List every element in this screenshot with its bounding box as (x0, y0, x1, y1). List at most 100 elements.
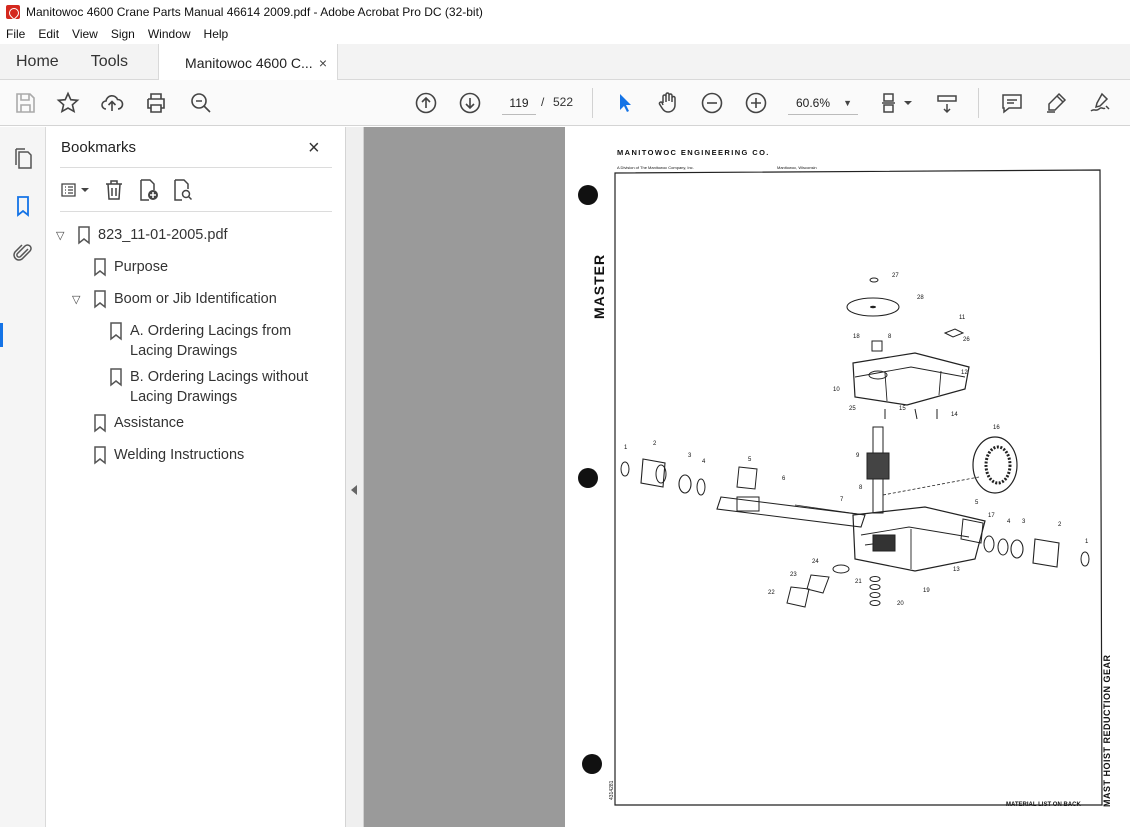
bookmark-icon (94, 258, 106, 277)
bookmark-item-welding[interactable]: Welding Instructions (92, 445, 244, 465)
comment-icon[interactable] (999, 90, 1025, 116)
tab-close-icon[interactable]: × (319, 55, 327, 71)
bookmark-label: Purpose (114, 259, 169, 275)
zoom-level-value: 60.6% (796, 96, 831, 110)
document-viewport[interactable]: MANITOWOC ENGINEERING CO. A Division of … (364, 127, 1130, 827)
page-number-input[interactable] (502, 91, 536, 115)
bookmark-item-ordering-without[interactable]: B. Ordering Lacings without Lacing Drawi… (108, 367, 330, 407)
hand-icon[interactable] (655, 90, 681, 116)
bookmarks-panel: Bookmarks × ▽ 823_11-01-2005.pdf Purpose… (46, 127, 346, 827)
tab-home[interactable]: Home (0, 44, 75, 80)
bookmark-icon (110, 322, 122, 341)
star-icon[interactable] (55, 90, 81, 116)
menu-window[interactable]: Window (148, 27, 191, 41)
callout: 9 (856, 453, 860, 459)
menu-view[interactable]: View (72, 27, 98, 41)
menu-sign[interactable]: Sign (111, 27, 135, 41)
callout: 4 (1007, 519, 1011, 525)
bookmark-item-purpose[interactable]: Purpose (92, 257, 168, 277)
add-bookmark-icon[interactable] (136, 178, 160, 202)
save-icon[interactable] (12, 90, 38, 116)
bookmark-options-icon[interactable] (60, 178, 92, 202)
toolbar-divider (978, 88, 979, 118)
tab-bar: Home Tools Manitowoc 4600 C... × (0, 44, 1130, 81)
fit-page-icon[interactable] (878, 90, 904, 116)
chevron-down-icon: ▼ (843, 98, 852, 108)
callout: 8 (888, 334, 892, 340)
acrobat-logo-icon (6, 5, 20, 19)
close-panel-icon[interactable]: × (308, 137, 320, 160)
callout: 15 (899, 406, 906, 412)
page-down-icon[interactable] (457, 90, 483, 116)
tab-document-label: Manitowoc 4600 C... (185, 54, 313, 71)
callout: 6 (782, 476, 786, 482)
callout: 2 (1058, 522, 1062, 528)
upload-icon[interactable] (99, 90, 125, 116)
bookmark-label: B. Ordering Lacings without Lacing Drawi… (130, 369, 309, 405)
title-bar: Manitowoc 4600 Crane Parts Manual 46614 … (0, 0, 1130, 24)
bookmarks-panel-title: Bookmarks (61, 139, 137, 156)
callout: 19 (923, 588, 930, 594)
callout: 22 (768, 590, 775, 596)
bookmark-search-icon[interactable] (170, 178, 194, 202)
callout: 16 (993, 425, 1000, 431)
callout: 3 (1022, 519, 1026, 525)
delete-bookmark-icon[interactable] (102, 178, 126, 202)
callout: 23 (790, 572, 797, 578)
callout: 1 (1085, 539, 1089, 545)
menu-edit[interactable]: Edit (38, 27, 59, 41)
zoom-out-icon[interactable] (699, 90, 725, 116)
callout: 12 (961, 370, 968, 376)
bookmark-label: A. Ordering Lacings from Lacing Drawings (130, 323, 292, 359)
page-thumbnails-icon[interactable] (11, 147, 35, 171)
sign-icon[interactable] (1087, 90, 1113, 116)
zoom-search-icon[interactable] (188, 90, 214, 116)
bookmark-label: Welding Instructions (114, 447, 245, 463)
bookmark-label: Boom or Jib Identification (114, 291, 277, 307)
select-pointer-icon[interactable] (612, 90, 638, 116)
page-up-icon[interactable] (413, 90, 439, 116)
chevron-down-icon[interactable]: ▽ (72, 290, 86, 310)
bookmark-icon (78, 226, 90, 245)
zoom-level-select[interactable]: 60.6% ▼ (788, 91, 858, 115)
zoom-in-icon[interactable] (743, 90, 769, 116)
bookmark-item-assistance[interactable]: Assistance (92, 413, 184, 433)
bookmarks-panel-icon[interactable] (11, 194, 35, 218)
callout: 11 (959, 315, 966, 321)
left-navigation-rail (0, 127, 46, 827)
callout: 1 (624, 445, 628, 451)
exploded-parts-diagram (614, 169, 1103, 806)
bookmark-item-boom-jib[interactable]: ▽ Boom or Jib Identification (72, 289, 277, 310)
tab-document[interactable]: Manitowoc 4600 C... × (158, 44, 339, 81)
tab-tools[interactable]: Tools (75, 44, 144, 80)
print-icon[interactable] (143, 90, 169, 116)
menu-file[interactable]: File (6, 27, 25, 41)
callout: 21 (855, 579, 862, 585)
bookmarks-toolbar (60, 177, 204, 203)
collapse-panel-icon[interactable] (351, 485, 357, 495)
callout: 17 (988, 513, 995, 519)
menu-help[interactable]: Help (204, 27, 229, 41)
page-total: 522 (553, 95, 574, 109)
scroll-mode-icon[interactable] (934, 90, 960, 116)
callout: 27 (892, 273, 899, 279)
active-panel-indicator (0, 323, 3, 347)
fit-page-dropdown-icon[interactable] (902, 90, 914, 116)
attachments-icon[interactable] (11, 241, 35, 265)
menu-bar: File Edit View Sign Window Help (0, 24, 1130, 44)
callout: 13 (953, 567, 960, 573)
panel-divider (60, 211, 332, 212)
bookmark-label: Assistance (114, 415, 185, 431)
bookmark-item-root[interactable]: ▽ 823_11-01-2005.pdf (56, 225, 228, 246)
bookmark-icon (94, 414, 106, 433)
callout: 18 (853, 334, 860, 340)
callout: 25 (849, 406, 856, 412)
bookmark-icon (110, 368, 122, 387)
callout: 4 (702, 459, 706, 465)
panel-splitter[interactable] (346, 127, 364, 827)
highlight-icon[interactable] (1043, 90, 1069, 116)
bookmark-item-ordering-from[interactable]: A. Ordering Lacings from Lacing Drawings (108, 321, 308, 361)
callout: 20 (897, 601, 904, 607)
chevron-down-icon[interactable]: ▽ (56, 226, 70, 246)
window-title: Manitowoc 4600 Crane Parts Manual 46614 … (26, 5, 483, 19)
